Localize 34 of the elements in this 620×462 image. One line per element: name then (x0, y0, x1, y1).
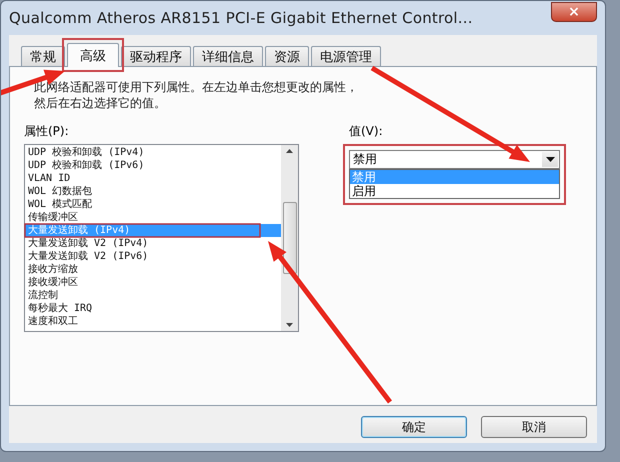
tab[interactable]: 详细信息 (193, 46, 263, 66)
list-item[interactable]: WOL 模式匹配 (25, 198, 92, 211)
value-label: 值(V): (349, 123, 383, 140)
list-item[interactable]: VLAN ID (25, 172, 70, 185)
list-item[interactable]: 大量发送卸载 V2 (IPv6) (25, 250, 148, 263)
dropdown-value: 禁用 (353, 151, 377, 168)
list-item[interactable]: 大量发送卸载 V2 (IPv4) (25, 237, 148, 250)
tab[interactable]: 资源 (265, 46, 309, 66)
list-item[interactable]: 速度和双工 (25, 315, 78, 328)
property-list[interactable]: UDP 校验和卸载 (IPv4) UDP 校验和卸载 (IPv6) VLAN ID WOL 幻数据包 WOL 模式匹配 传输缓冲区 大量发送卸载 (IPv4) 大量发送卸载 V2 (IPv4) 大量发送卸载 V2 (IPv6) 接收方缩放 接收缓冲区 流控制 每秒最大 IRQ 速度和双工 (24, 144, 299, 332)
tab[interactable]: 电源管理 (311, 46, 381, 66)
highlight-box (62, 38, 124, 72)
scrollbar[interactable] (281, 145, 298, 331)
tab[interactable]: 常规 (21, 46, 65, 66)
window-title: Qualcomm Atheros AR8151 PCI-E Gigabit Ethernet Control... (9, 9, 473, 27)
list-item[interactable]: 流控制 (25, 289, 58, 302)
scroll-thumb[interactable] (282, 202, 296, 274)
value-dropdown[interactable]: 禁用 (349, 150, 560, 169)
list-item[interactable]: UDP 校验和卸载 (IPv4) (25, 146, 144, 159)
ok-button[interactable]: 确定 (361, 416, 467, 438)
scroll-down-icon[interactable] (286, 323, 293, 327)
tab[interactable]: 驱动程序 (121, 46, 191, 66)
list-item[interactable]: UDP 校验和卸载 (IPv6) (25, 159, 144, 172)
tab[interactable]: 高级 (67, 43, 119, 67)
property-label: 属性(P): (24, 123, 69, 140)
list-item[interactable]: 传输缓冲区 (25, 211, 78, 224)
list-item[interactable]: 接收方缩放 (25, 263, 78, 276)
list-item[interactable]: WOL 幻数据包 (25, 185, 92, 198)
dropdown-icon[interactable] (542, 152, 558, 167)
list-item[interactable]: 每秒最大 IRQ (25, 302, 92, 315)
cancel-button[interactable]: 取消 (481, 416, 587, 438)
scroll-up-icon[interactable] (286, 149, 293, 153)
list-item[interactable]: 接收缓冲区 (25, 276, 78, 289)
dropdown-option[interactable]: 启用 (350, 184, 559, 198)
